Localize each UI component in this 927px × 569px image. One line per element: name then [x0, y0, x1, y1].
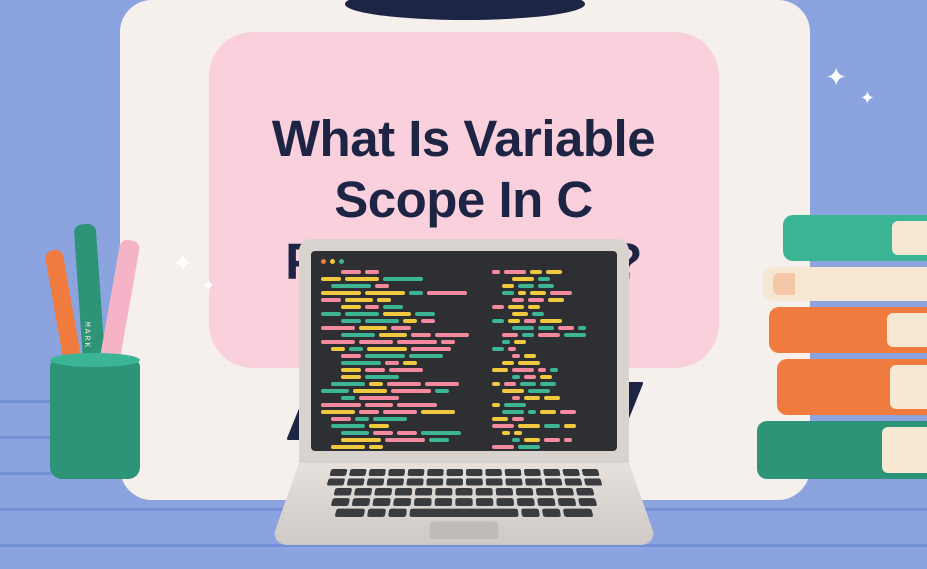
sparkle-icon: ✦	[202, 276, 215, 296]
book-icon	[763, 267, 927, 301]
pen-holder-illustration: MARK	[40, 239, 150, 479]
laptop-illustration	[299, 239, 629, 557]
code-editor-screen	[311, 251, 617, 451]
book-icon	[757, 421, 927, 479]
window-minimize-icon	[330, 259, 335, 264]
book-stack-illustration	[763, 209, 927, 479]
book-icon	[769, 307, 927, 353]
keyboard-illustration	[269, 463, 657, 545]
trackpad-icon	[429, 522, 499, 540]
sparkle-icon: ✦	[825, 62, 847, 93]
book-icon	[777, 359, 927, 415]
sparkle-icon: ✦	[172, 248, 194, 279]
cup-icon	[50, 359, 140, 479]
sparkle-icon: ✦	[860, 88, 875, 109]
pen-label: MARK	[82, 322, 91, 349]
window-close-icon	[321, 259, 326, 264]
book-icon	[783, 215, 927, 261]
window-maximize-icon	[339, 259, 344, 264]
